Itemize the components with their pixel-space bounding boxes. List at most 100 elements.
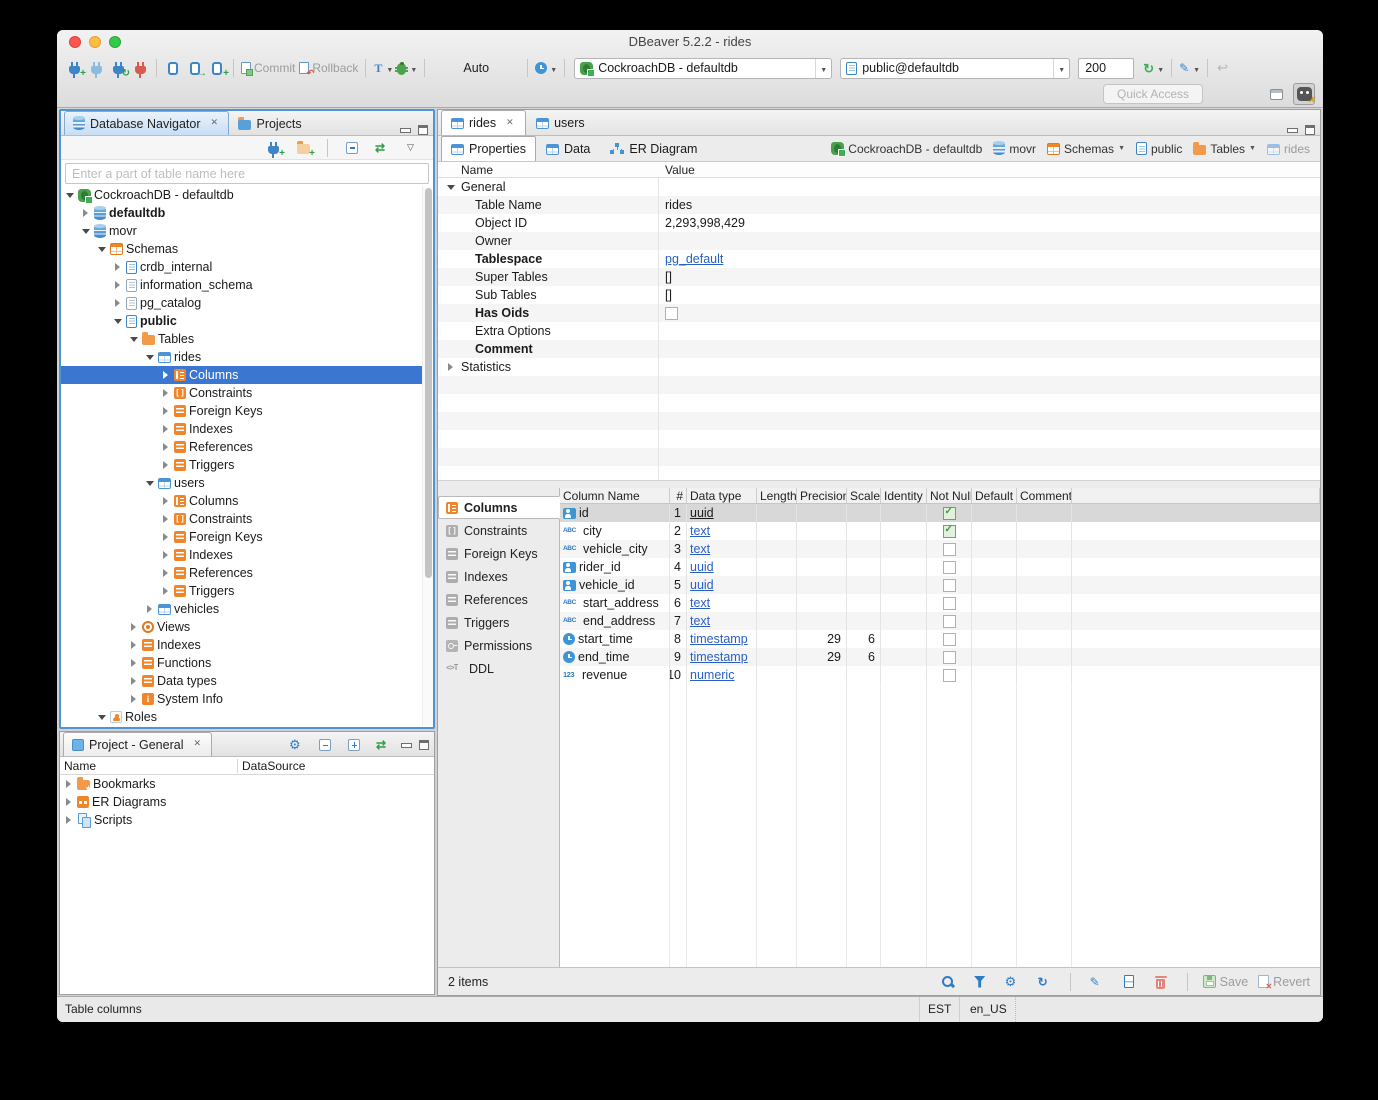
tree-toggle-icon[interactable]: [161, 442, 172, 453]
checkbox-icon[interactable]: [943, 597, 956, 610]
tree-toggle-icon[interactable]: [161, 532, 172, 543]
subtab-data[interactable]: Data: [536, 136, 600, 161]
grid-header-identity[interactable]: Identity: [881, 488, 927, 503]
tree-item-users[interactable]: users: [61, 474, 433, 492]
property-row-table-name[interactable]: Table Namerides: [438, 196, 1320, 214]
tree-toggle-icon[interactable]: [161, 406, 172, 417]
column-row-end-address[interactable]: end_address7text: [560, 612, 1320, 630]
open-perspective-button[interactable]: ★: [1265, 83, 1287, 105]
property-row-statistics[interactable]: Statistics: [438, 358, 1320, 376]
grid-header-default[interactable]: Default: [972, 488, 1017, 503]
breadcrumb-item-movr[interactable]: movr: [993, 142, 1036, 156]
tree-item-movr[interactable]: movr: [61, 222, 433, 240]
navigator-new-connection-button[interactable]: +: [262, 137, 284, 159]
reconnect-button[interactable]: ↻: [107, 57, 129, 79]
column-row-id[interactable]: id1uuid: [560, 504, 1320, 522]
tab-project-general[interactable]: Project - General: [63, 732, 212, 756]
project-collapse-all-button[interactable]: [314, 734, 336, 756]
rollback-button[interactable]: Rollback: [297, 57, 360, 79]
tree-toggle-icon[interactable]: [129, 334, 140, 345]
tree-item-functions[interactable]: Functions: [61, 654, 433, 672]
property-row-tablespace[interactable]: Tablespacepg_default: [438, 250, 1320, 268]
grid-delete-button[interactable]: [1150, 971, 1172, 993]
data-type-link[interactable]: text: [690, 524, 710, 538]
checkbox-icon[interactable]: [665, 307, 678, 320]
tree-toggle-icon[interactable]: [64, 797, 75, 808]
fetch-size-input[interactable]: 200: [1078, 58, 1134, 79]
checkbox-icon[interactable]: [943, 579, 956, 592]
tree-toggle-icon[interactable]: [145, 478, 156, 489]
locale-indicator[interactable]: en_US: [962, 997, 1016, 1022]
tree-item-defaultdb[interactable]: defaultdb: [61, 204, 433, 222]
grid-header-not-null[interactable]: Not Null: [927, 488, 972, 503]
column-header-name[interactable]: Name: [60, 759, 238, 773]
tree-item-triggers[interactable]: Triggers: [61, 582, 433, 600]
grid-refresh-button[interactable]: [1033, 971, 1055, 993]
property-row-owner[interactable]: Owner: [438, 232, 1320, 250]
column-row-vehicle-id[interactable]: vehicle_id5uuid: [560, 576, 1320, 594]
scrollbar-thumb[interactable]: [425, 188, 432, 578]
tree-item-tables[interactable]: Tables: [61, 330, 433, 348]
commit-button[interactable]: Commit: [239, 57, 297, 79]
checkbox-icon[interactable]: [943, 669, 956, 682]
data-type-link[interactable]: timestamp: [690, 632, 748, 646]
tree-item-triggers[interactable]: Triggers: [61, 456, 433, 474]
column-row-start-address[interactable]: start_address6text: [560, 594, 1320, 612]
checkbox-icon[interactable]: [943, 525, 956, 538]
project-item-er-diagrams[interactable]: ER Diagrams: [60, 793, 434, 811]
checkbox-icon[interactable]: [943, 507, 956, 520]
save-button[interactable]: Save: [1203, 975, 1249, 989]
minimize-view-icon[interactable]: [401, 743, 412, 748]
grid-edit-button[interactable]: [1086, 971, 1108, 993]
revert-button[interactable]: Revert: [1258, 975, 1310, 989]
property-row-object-id[interactable]: Object ID2,293,998,429: [438, 214, 1320, 232]
grid-header-comment[interactable]: Comment: [1017, 488, 1072, 503]
tree-toggle-icon[interactable]: [129, 622, 140, 633]
property-row-comment[interactable]: Comment: [438, 340, 1320, 358]
object-tab-columns[interactable]: Columns: [438, 496, 560, 519]
checkbox-icon[interactable]: [943, 543, 956, 556]
breadcrumb-item-public[interactable]: public: [1136, 142, 1182, 156]
property-value-link[interactable]: pg_default: [665, 252, 723, 266]
tree-toggle-icon[interactable]: [161, 388, 172, 399]
tree-item-crdb-internal[interactable]: crdb_internal: [61, 258, 433, 276]
grid-settings-button[interactable]: [1001, 971, 1023, 993]
paint-button[interactable]: [1177, 57, 1202, 79]
schema-selector-arrow[interactable]: [1053, 59, 1069, 78]
tree-item-pg-catalog[interactable]: pg_catalog: [61, 294, 433, 312]
object-tab-references[interactable]: References: [438, 588, 559, 611]
chevron-down-icon[interactable]: ▼: [1249, 145, 1256, 152]
tree-item-public[interactable]: public: [61, 312, 433, 330]
new-connection-button[interactable]: +: [63, 57, 85, 79]
object-tab-ddl[interactable]: DDL: [438, 657, 559, 680]
grid-search-button[interactable]: [937, 971, 959, 993]
column-row-vehicle-city[interactable]: vehicle_city3text: [560, 540, 1320, 558]
tree-item-views[interactable]: Views: [61, 618, 433, 636]
minimize-window-button[interactable]: [89, 36, 101, 48]
tree-item-rides[interactable]: rides: [61, 348, 433, 366]
data-type-link[interactable]: timestamp: [690, 650, 748, 664]
navigator-new-folder-button[interactable]: +: [292, 137, 314, 159]
tree-item-references[interactable]: References: [61, 438, 433, 456]
checkbox-icon[interactable]: [943, 561, 956, 574]
maximize-view-icon[interactable]: [1305, 125, 1315, 135]
tree-toggle-icon[interactable]: [65, 190, 76, 201]
project-link-with-editor-button[interactable]: [372, 734, 394, 756]
zoom-window-button[interactable]: [109, 36, 121, 48]
tree-toggle-icon[interactable]: [113, 280, 124, 291]
property-row-has-oids[interactable]: Has Oids: [438, 304, 1320, 322]
tree-item-constraints[interactable]: Constraints: [61, 510, 433, 528]
project-expand-all-button[interactable]: [343, 734, 365, 756]
chevron-down-icon[interactable]: ▼: [1118, 145, 1125, 152]
column-row-start-time[interactable]: start_time8timestamp296: [560, 630, 1320, 648]
timezone-indicator[interactable]: EST: [919, 997, 960, 1022]
tree-toggle-icon[interactable]: [161, 424, 172, 435]
property-row-extra-options[interactable]: Extra Options: [438, 322, 1320, 340]
sql-editor-button[interactable]: [162, 57, 184, 79]
data-type-link[interactable]: uuid: [690, 560, 714, 574]
refresh-sync-button[interactable]: [1140, 57, 1166, 79]
view-menu-button[interactable]: [401, 137, 423, 159]
quick-access-field[interactable]: Quick Access: [1103, 84, 1203, 104]
tree-item-indexes[interactable]: Indexes: [61, 636, 433, 654]
subtab-properties[interactable]: Properties: [441, 136, 536, 161]
